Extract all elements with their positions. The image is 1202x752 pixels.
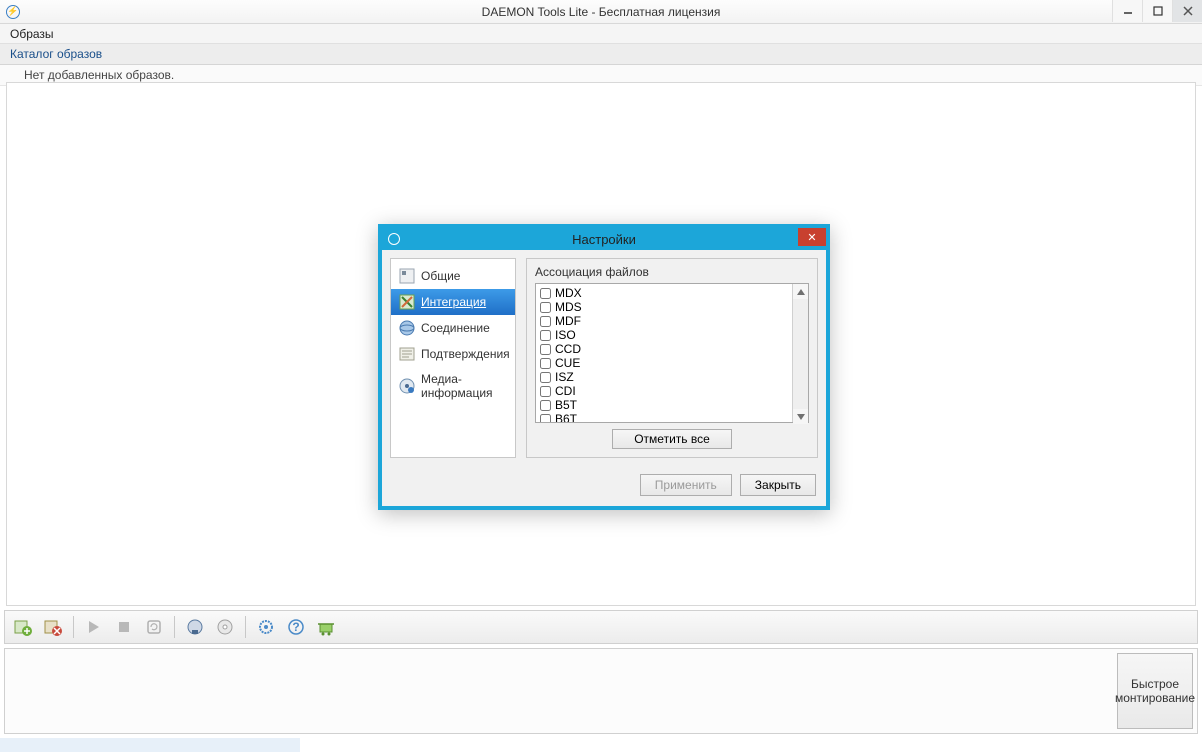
catalog-header[interactable]: Каталог образов	[0, 44, 1202, 65]
format-label: CDI	[555, 384, 576, 398]
app-icon: ⚡	[6, 5, 20, 19]
nav-label: Интеграция	[421, 295, 486, 309]
settings-content: Ассоциация файлов MDX MDS MDF ISO CCD CU…	[526, 258, 818, 458]
apply-button[interactable]: Применить	[640, 474, 732, 496]
nav-general[interactable]: Общие	[391, 263, 515, 289]
list-item[interactable]: CDI	[540, 384, 788, 398]
list-item[interactable]: MDS	[540, 300, 788, 314]
format-checkbox[interactable]	[540, 414, 551, 423]
format-checkbox[interactable]	[540, 386, 551, 397]
format-checkbox[interactable]	[540, 302, 551, 313]
disc-button[interactable]	[213, 615, 237, 639]
nav-label: Медиа-информация	[421, 372, 507, 400]
list-item[interactable]: CUE	[540, 356, 788, 370]
shop-button[interactable]	[314, 615, 338, 639]
nav-integration[interactable]: Интеграция	[391, 289, 515, 315]
close-dialog-button[interactable]: Закрыть	[740, 474, 816, 496]
dialog-close-button[interactable]: ✕	[798, 228, 826, 246]
list-item[interactable]: MDX	[540, 286, 788, 300]
settings-dialog: Настройки ✕ Общие Интеграция Соединение …	[378, 224, 830, 510]
scrollbar[interactable]	[792, 284, 808, 422]
scroll-up-icon[interactable]	[793, 284, 808, 299]
nav-confirm[interactable]: Подтверждения	[391, 341, 515, 367]
scroll-down-icon[interactable]	[793, 409, 808, 424]
dialog-titlebar[interactable]: Настройки ✕	[382, 228, 826, 250]
list-item[interactable]: ISO	[540, 328, 788, 342]
toolbar-separator	[73, 616, 74, 638]
format-checkbox[interactable]	[540, 344, 551, 355]
format-label: MDF	[555, 314, 581, 328]
settings-button[interactable]	[254, 615, 278, 639]
settings-nav: Общие Интеграция Соединение Подтверждени…	[390, 258, 516, 458]
format-checkbox[interactable]	[540, 400, 551, 411]
dialog-body: Общие Интеграция Соединение Подтверждени…	[382, 250, 826, 466]
dialog-buttons: Применить Закрыть	[382, 466, 826, 506]
nav-label: Подтверждения	[421, 347, 510, 361]
list-item[interactable]: CCD	[540, 342, 788, 356]
titlebar: ⚡ DAEMON Tools Lite - Бесплатная лицензи…	[0, 0, 1202, 24]
quick-mount-button[interactable]: Быстрое монтирование	[1117, 653, 1193, 729]
format-checkbox[interactable]	[540, 330, 551, 341]
format-checkbox[interactable]	[540, 316, 551, 327]
footer-strip	[0, 738, 300, 752]
format-label: ISO	[555, 328, 576, 342]
file-assoc-group: Ассоциация файлов MDX MDS MDF ISO CCD CU…	[526, 258, 818, 458]
help-button[interactable]: ?	[284, 615, 308, 639]
format-listbox: MDX MDS MDF ISO CCD CUE ISZ CDI B5T B6T	[535, 283, 809, 423]
format-checkbox[interactable]	[540, 358, 551, 369]
confirm-icon	[399, 346, 415, 362]
minimize-button[interactable]	[1112, 0, 1142, 22]
svg-text:?: ?	[292, 620, 299, 634]
mount-button[interactable]	[183, 615, 207, 639]
toolbar: ?	[4, 610, 1198, 644]
refresh-button[interactable]	[142, 615, 166, 639]
nav-label: Соединение	[421, 321, 490, 335]
integration-icon	[399, 294, 415, 310]
format-label: B6T	[555, 412, 577, 422]
dialog-title: Настройки	[382, 232, 826, 247]
format-label: MDS	[555, 300, 582, 314]
format-label: ISZ	[555, 370, 574, 384]
nav-media[interactable]: Медиа-информация	[391, 367, 515, 405]
format-label: MDX	[555, 286, 582, 300]
connection-icon	[399, 320, 415, 336]
format-label: CUE	[555, 356, 580, 370]
add-image-button[interactable]	[11, 615, 35, 639]
close-button[interactable]	[1172, 0, 1202, 22]
menubar: Образы	[0, 24, 1202, 44]
group-title: Ассоциация файлов	[535, 265, 809, 279]
window-title: DAEMON Tools Lite - Бесплатная лицензия	[0, 5, 1202, 19]
list-item[interactable]: ISZ	[540, 370, 788, 384]
bottom-panel: Быстрое монтирование	[4, 648, 1198, 734]
format-checkbox[interactable]	[540, 372, 551, 383]
format-label: CCD	[555, 342, 581, 356]
toolbar-separator	[245, 616, 246, 638]
toolbar-separator	[174, 616, 175, 638]
list-item[interactable]: B6T	[540, 412, 788, 422]
menu-images[interactable]: Образы	[10, 27, 54, 41]
list-item[interactable]: B5T	[540, 398, 788, 412]
format-label: B5T	[555, 398, 577, 412]
list-item[interactable]: MDF	[540, 314, 788, 328]
nav-label: Общие	[421, 269, 460, 283]
window-controls	[1112, 0, 1202, 22]
play-button[interactable]	[82, 615, 106, 639]
remove-image-button[interactable]	[41, 615, 65, 639]
nav-connection[interactable]: Соединение	[391, 315, 515, 341]
maximize-button[interactable]	[1142, 0, 1172, 22]
general-icon	[399, 268, 415, 284]
listbox-inner: MDX MDS MDF ISO CCD CUE ISZ CDI B5T B6T	[536, 284, 792, 422]
media-icon	[399, 378, 415, 394]
select-all-button[interactable]: Отметить все	[612, 429, 732, 449]
stop-button[interactable]	[112, 615, 136, 639]
format-checkbox[interactable]	[540, 288, 551, 299]
